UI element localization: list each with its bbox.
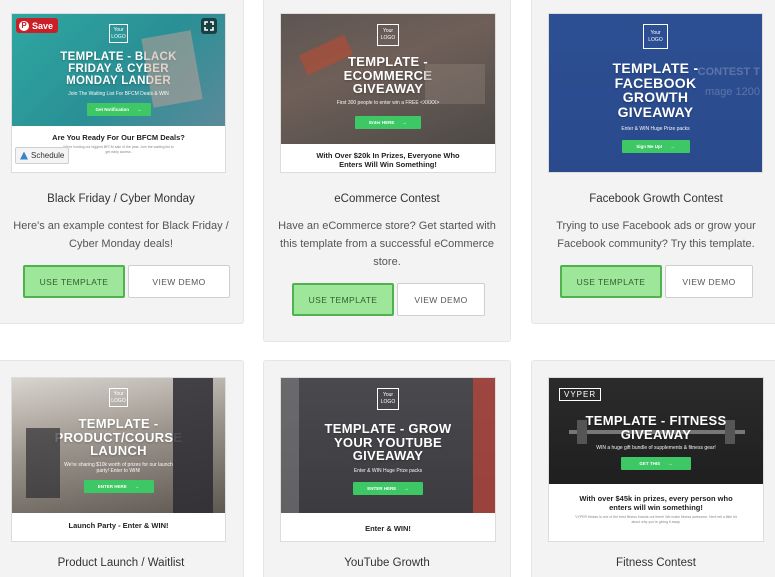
schedule-button[interactable]: Schedule [15, 147, 70, 164]
logo-placeholder: Your LOGO [109, 388, 128, 407]
thumbnail-cta: ENTER HERE → [353, 481, 423, 495]
cta-label: ENTER HERE [97, 483, 127, 489]
ghost-text: CONTEST T [697, 66, 760, 78]
thumbnail-cta: ENTER HERE → [83, 479, 154, 493]
brand-logo: VYPER [559, 388, 602, 401]
buffer-icon [20, 151, 28, 160]
card-title: eCommerce Contest [334, 193, 440, 205]
pinterest-save-button[interactable]: P Save [16, 18, 59, 33]
thumbnail-headline: TEMPLATE - FITNESS GIVEAWAY [585, 413, 727, 442]
card-description: Trying to use Facebook ads or grow your … [556, 220, 756, 250]
template-thumbnail[interactable]: Your LOGO TEMPLATE - ECOMMERCE GIVEAWAY … [280, 13, 496, 173]
template-thumbnail[interactable]: CONTEST T mage 1200 Your LOGO TEMPLATE -… [548, 13, 763, 173]
card-title: Black Friday / Cyber Monday [47, 193, 195, 205]
thumbnail-subtext: First 300 people to enter win a FREE <XX… [336, 99, 440, 106]
arrow-icon: → [670, 143, 675, 149]
logo-placeholder: Your LOGO [643, 24, 668, 49]
logo-placeholder: Your LOGO [377, 388, 399, 410]
card-title: Product Launch / Waitlist [57, 557, 185, 569]
schedule-label: Schedule [31, 151, 65, 160]
thumbnail-below-title: Enter & WIN! [365, 524, 411, 533]
use-template-button[interactable]: USE TEMPLATE [292, 283, 394, 316]
card-title: YouTube Growth [344, 557, 430, 569]
thumbnail-subtext: We're sharing $10k worth of prizes for o… [64, 461, 173, 474]
template-thumbnail[interactable]: Your LOGO TEMPLATE - PRODUCT/COURSE LAUN… [11, 377, 226, 542]
use-template-button[interactable]: USE TEMPLATE [23, 265, 125, 298]
template-card-youtube: Your LOGO TEMPLATE - GROW YOUR YOUTUBE G… [263, 360, 511, 577]
thumbnail-subtext: Enter & WIN Huge Prize packs [353, 467, 423, 474]
card-description: Have an eCommerce store? Get started wit… [278, 220, 496, 268]
expand-icon[interactable] [201, 18, 217, 34]
template-card-product-launch: Your LOGO TEMPLATE - PRODUCT/COURSE LAUN… [0, 360, 244, 577]
thumbnail-below-text: VYPER fitness is one of the best fitness… [575, 515, 737, 524]
thumbnail-cta: Get Notification → [86, 103, 151, 117]
template-card-fitness: VYPER TEMPLATE - FITNESS GIVEAWAY WIN a … [531, 360, 775, 577]
card-title: Fitness Contest [616, 557, 696, 569]
pinterest-save-label: Save [32, 20, 54, 31]
cta-label: Get Notification [95, 107, 130, 113]
logo-placeholder: Your LOGO [377, 24, 399, 46]
cta-label: Enter HERE [369, 119, 395, 125]
thumbnail-cta: GET THIS → [621, 457, 691, 471]
card-title: Facebook Growth Contest [589, 193, 723, 205]
arrow-icon: → [134, 483, 140, 489]
thumbnail-below-title: With over $45k in prizes, every person w… [579, 494, 733, 512]
thumbnail-below-title: With Over $20k In Prizes, Everyone Who E… [316, 151, 460, 169]
view-demo-button[interactable]: VIEW DEMO [665, 265, 753, 298]
view-demo-button[interactable]: VIEW DEMO [397, 283, 485, 316]
view-demo-button[interactable]: VIEW DEMO [128, 265, 230, 298]
thumbnail-subtext: WIN a huge gift bundle of supplements & … [596, 445, 716, 452]
template-thumbnail[interactable]: VYPER TEMPLATE - FITNESS GIVEAWAY WIN a … [548, 377, 764, 542]
thumbnail-below-title: Launch Party - Enter & WIN! [68, 521, 169, 530]
arrow-icon: → [668, 461, 673, 467]
template-thumbnail[interactable]: Your LOGO TEMPLATE - GROW YOUR YOUTUBE G… [280, 377, 496, 542]
arrow-icon: → [137, 107, 142, 113]
template-card-ecommerce: Your LOGO TEMPLATE - ECOMMERCE GIVEAWAY … [263, 0, 511, 342]
logo-placeholder: Your LOGO [109, 24, 128, 43]
thumbnail-below-title: Are You Ready For Our BFCM Deals? [52, 133, 185, 142]
cta-label: GET THIS [639, 461, 661, 467]
cta-label: Sign Me Up! [636, 143, 663, 149]
cta-label: ENTER HERE [367, 485, 397, 491]
thumbnail-headline: TEMPLATE - FACEBOOK GROWTH GIVEAWAY [612, 60, 699, 121]
template-card-facebook: CONTEST T mage 1200 Your LOGO TEMPLATE -… [531, 0, 775, 324]
thumbnail-subtext: Enter & WIN Huge Prize packs [621, 125, 690, 132]
ghost-text: mage 1200 [704, 86, 760, 98]
use-template-button[interactable]: USE TEMPLATE [560, 265, 662, 298]
thumbnail-subtext: Join The Waiting List For BFCM Deals & W… [68, 91, 169, 98]
thumbnail-headline: TEMPLATE - GROW YOUR YOUTUBE GIVEAWAY [324, 421, 452, 464]
thumbnail-cta: Enter HERE → [355, 115, 421, 129]
thumbnail-cta: Sign Me Up! → [621, 139, 690, 153]
pinterest-icon: P [19, 20, 29, 31]
card-description: Here's an example contest for Black Frid… [13, 220, 229, 250]
arrow-icon: → [402, 119, 407, 125]
arrow-icon: → [404, 485, 409, 491]
